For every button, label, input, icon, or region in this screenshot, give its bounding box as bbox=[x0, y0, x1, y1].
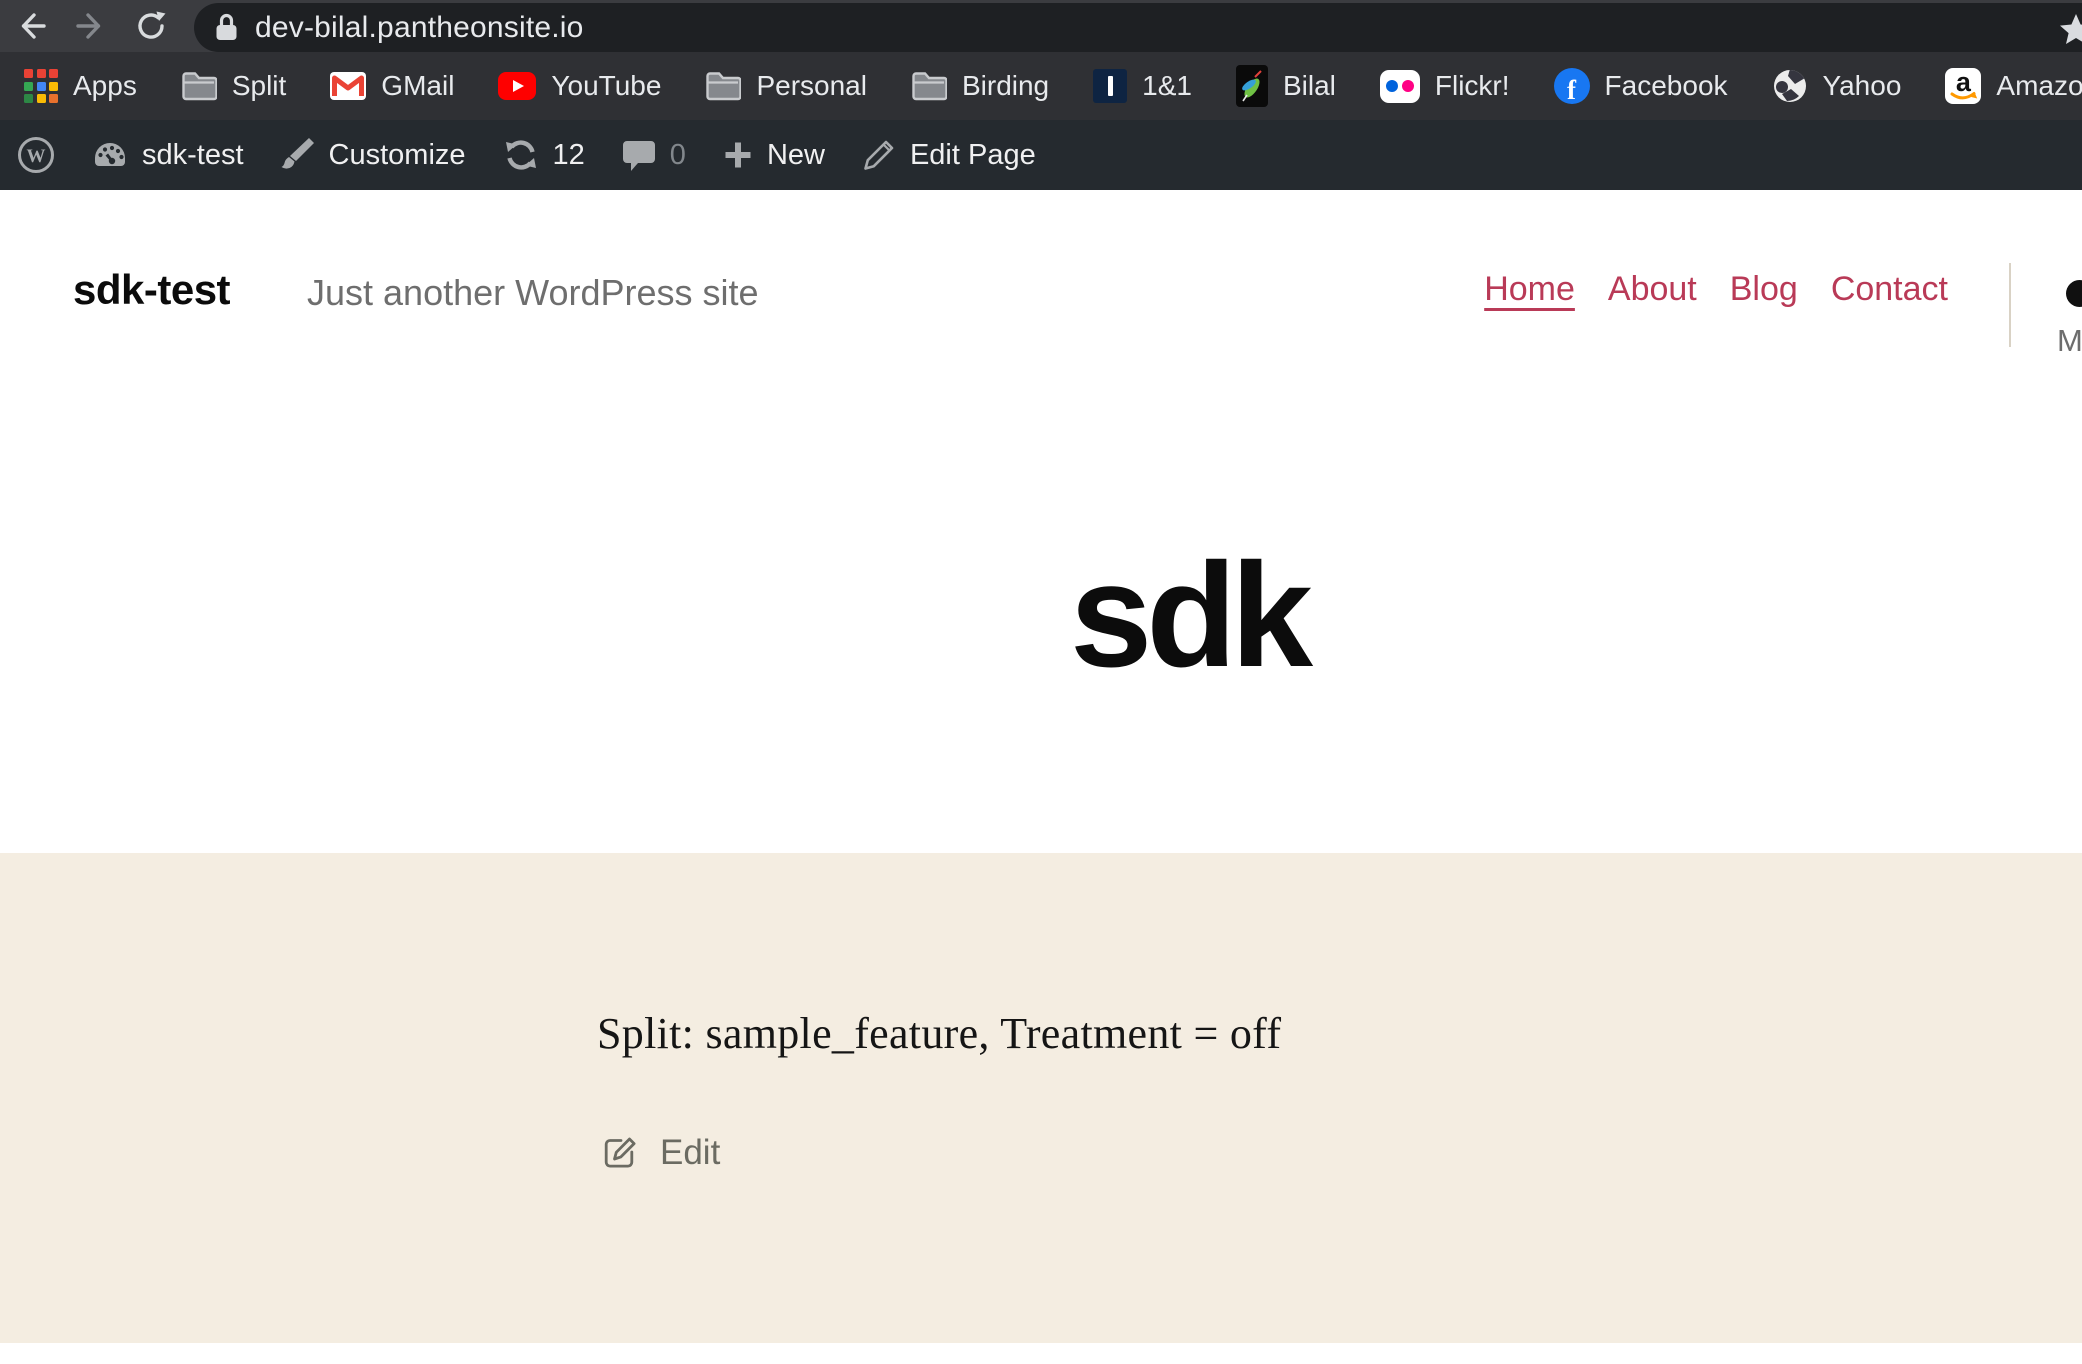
browser-toolbar: dev-bilal.pantheonsite.io bbox=[0, 0, 2082, 52]
apps-grid-icon bbox=[24, 69, 58, 103]
bookmark-label: YouTube bbox=[551, 70, 661, 102]
primary-nav: Home About Blog Contact bbox=[1484, 270, 1948, 309]
update-arrows-icon bbox=[503, 139, 539, 171]
admin-site-name[interactable]: sdk-test bbox=[92, 139, 244, 172]
bookmark-bilal[interactable]: Bilal bbox=[1236, 65, 1336, 107]
hummingbird-icon bbox=[1236, 65, 1268, 107]
bookmark-gmail[interactable]: GMail bbox=[330, 70, 454, 102]
edit-link-label: Edit bbox=[660, 1133, 720, 1173]
bookmark-1and1[interactable]: 1&1 bbox=[1093, 69, 1192, 103]
folder-icon bbox=[705, 71, 741, 101]
bookmark-label: GMail bbox=[381, 70, 454, 102]
bookmark-label: Yahoo bbox=[1823, 70, 1902, 102]
forward-button[interactable] bbox=[74, 9, 108, 43]
nav-item-home[interactable]: Home bbox=[1484, 270, 1575, 309]
bookmark-label: 1&1 bbox=[1142, 70, 1192, 102]
nav-item-blog[interactable]: Blog bbox=[1730, 270, 1798, 309]
wp-admin-bar: W sdk-test Customize 12 bbox=[0, 120, 2082, 190]
site-title[interactable]: sdk-test bbox=[73, 266, 230, 314]
plus-icon bbox=[723, 140, 753, 170]
wordpress-logo-icon: W bbox=[16, 135, 56, 175]
bookmark-facebook[interactable]: f Facebook bbox=[1554, 68, 1728, 104]
pencil-icon bbox=[862, 138, 896, 172]
edit-link[interactable]: Edit bbox=[600, 1133, 720, 1173]
admin-new[interactable]: New bbox=[723, 139, 825, 172]
admin-customize[interactable]: Customize bbox=[281, 137, 466, 173]
bookmark-apps[interactable]: Apps bbox=[24, 69, 137, 103]
admin-comments-count: 0 bbox=[670, 139, 686, 172]
flickr-icon bbox=[1380, 70, 1420, 103]
admin-edit-page[interactable]: Edit Page bbox=[862, 138, 1036, 172]
address-bar[interactable]: dev-bilal.pantheonsite.io bbox=[194, 3, 2082, 52]
bookmark-personal[interactable]: Personal bbox=[705, 70, 867, 102]
bookmark-flickr[interactable]: Flickr! bbox=[1380, 70, 1510, 103]
split-section: Split: sample_feature, Treatment = off E… bbox=[0, 853, 2082, 1343]
bookmark-label: Split bbox=[232, 70, 286, 102]
folder-icon bbox=[181, 71, 217, 101]
admin-customize-label: Customize bbox=[329, 139, 466, 172]
forward-arrow-icon bbox=[74, 9, 108, 43]
search-dot-icon[interactable] bbox=[2066, 280, 2082, 307]
bookmark-label: Apps bbox=[73, 70, 137, 102]
lock-icon bbox=[213, 12, 240, 44]
folder-icon bbox=[911, 71, 947, 101]
admin-edit-page-label: Edit Page bbox=[910, 139, 1036, 172]
dashboard-gauge-icon bbox=[92, 140, 128, 170]
globe-icon bbox=[1772, 68, 1808, 104]
bookmark-yahoo[interactable]: Yahoo bbox=[1772, 68, 1902, 104]
bookmark-label: Bilal bbox=[1283, 70, 1336, 102]
bookmark-youtube[interactable]: YouTube bbox=[498, 70, 661, 102]
bookmark-label: Personal bbox=[756, 70, 867, 102]
reload-icon bbox=[134, 9, 168, 43]
url-text: dev-bilal.pantheonsite.io bbox=[255, 11, 584, 45]
admin-updates[interactable]: 12 bbox=[503, 139, 585, 172]
edit-square-pencil-icon bbox=[600, 1133, 640, 1173]
facebook-icon: f bbox=[1554, 68, 1590, 104]
bookmark-split[interactable]: Split bbox=[181, 70, 286, 102]
bookmark-star-icon[interactable] bbox=[2059, 12, 2082, 46]
comment-bubble-icon bbox=[622, 139, 656, 171]
menu-label-partial[interactable]: M bbox=[2057, 323, 2082, 359]
bookmark-label: Amazon bbox=[1996, 70, 2082, 102]
sdk-logo: sdk bbox=[1070, 542, 1307, 690]
site-tagline: Just another WordPress site bbox=[307, 272, 759, 314]
youtube-icon bbox=[498, 72, 536, 100]
gmail-icon bbox=[330, 72, 366, 100]
bookmark-label: Facebook bbox=[1605, 70, 1728, 102]
site-main: sdk-test Just another WordPress site Hom… bbox=[0, 190, 2082, 853]
back-button[interactable] bbox=[14, 9, 48, 43]
bookmarks-bar: Apps Split GMail YouTube Personal bbox=[0, 52, 2082, 120]
amazon-icon: a bbox=[1945, 68, 1981, 104]
reload-button[interactable] bbox=[134, 9, 168, 43]
split-status-text: Split: sample_feature, Treatment = off bbox=[597, 1008, 1281, 1059]
paintbrush-icon bbox=[281, 137, 315, 173]
nav-item-contact[interactable]: Contact bbox=[1831, 270, 1948, 309]
bookmark-amazon[interactable]: a Amazon bbox=[1945, 68, 2082, 104]
bookmark-label: Flickr! bbox=[1435, 70, 1510, 102]
1and1-icon bbox=[1093, 69, 1127, 103]
back-arrow-icon bbox=[14, 9, 48, 43]
bookmark-label: Birding bbox=[962, 70, 1049, 102]
admin-comments[interactable]: 0 bbox=[622, 139, 686, 172]
admin-updates-count: 12 bbox=[553, 139, 585, 172]
next-section-edge bbox=[0, 1343, 2082, 1364]
svg-text:W: W bbox=[27, 146, 46, 167]
bookmark-birding[interactable]: Birding bbox=[911, 70, 1049, 102]
nav-item-about[interactable]: About bbox=[1608, 270, 1697, 309]
admin-site-name-label: sdk-test bbox=[142, 139, 244, 172]
wp-logo-menu[interactable]: W bbox=[16, 135, 56, 175]
admin-new-label: New bbox=[767, 139, 825, 172]
header-divider bbox=[2009, 263, 2011, 347]
